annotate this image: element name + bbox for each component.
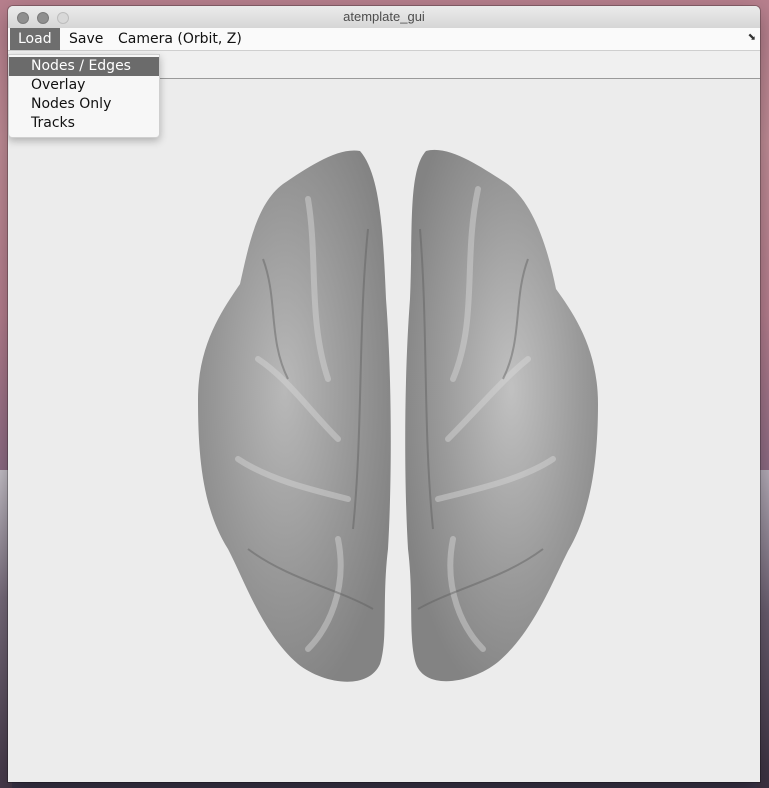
menu-item-nodes-only[interactable]: Nodes Only — [9, 95, 159, 114]
menu-item-tracks[interactable]: Tracks — [9, 114, 159, 133]
menu-camera[interactable]: Camera (Orbit, Z) — [110, 28, 250, 50]
brain-surface-render — [198, 149, 598, 682]
left-hemisphere — [198, 150, 391, 682]
load-dropdown-menu: Nodes / Edges Overlay Nodes Only Tracks — [8, 54, 160, 138]
menu-save[interactable]: Save — [61, 28, 111, 50]
menu-bar: Load Save Camera (Orbit, Z) ⬊ — [8, 28, 760, 51]
window-title: atemplate_gui — [343, 9, 425, 24]
title-bar[interactable]: atemplate_gui — [8, 6, 760, 29]
app-window: atemplate_gui Load Save Camera (Orbit, Z… — [8, 6, 760, 782]
menu-item-nodes-edges[interactable]: Nodes / Edges — [9, 57, 159, 76]
menu-item-overlay[interactable]: Overlay — [9, 76, 159, 95]
render-viewport[interactable] — [8, 79, 760, 782]
menu-overflow-icon[interactable]: ⬊ — [748, 32, 756, 43]
menu-load[interactable]: Load — [10, 28, 60, 50]
